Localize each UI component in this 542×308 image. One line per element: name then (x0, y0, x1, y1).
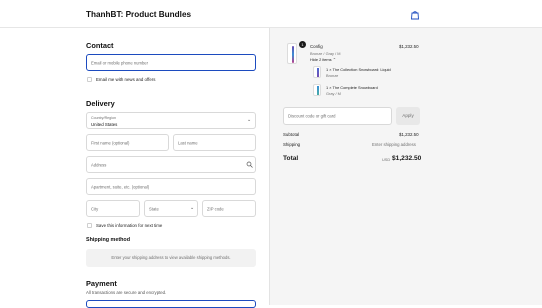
country-value: United States (91, 121, 118, 127)
state-placeholder: State (149, 206, 159, 211)
address-placeholder: Address (91, 162, 107, 167)
product-variant: Bronze / Gray / M (310, 50, 341, 56)
total-value: $1,232.50 (392, 155, 422, 162)
address-field[interactable]: Address (86, 156, 256, 173)
city-field[interactable]: City (86, 200, 140, 217)
first-name-placeholder: First name (optional) (91, 140, 130, 145)
sub-item-thumbnail (313, 84, 321, 96)
payment-title: Payment (86, 279, 117, 288)
sub-item-variant: Gray / M (326, 90, 341, 96)
currency-code: USD (382, 157, 391, 162)
last-name-placeholder: Last name (178, 140, 198, 145)
apartment-placeholder: Apartment, suite, etc. (optional) (91, 184, 150, 189)
shopping-bag-icon[interactable] (410, 10, 420, 20)
checkout-header: ThanhBT: Product Bundles (0, 0, 542, 28)
chevron-down-icon: ⌄ (247, 117, 252, 123)
shipping-title: Shipping method (86, 237, 131, 243)
discount-placeholder: Discount code or gift card (288, 113, 336, 119)
shipping-methods-box: Enter your shipping address to view avai… (86, 249, 256, 267)
payment-option[interactable] (86, 300, 256, 308)
email-field[interactable]: Email or mobile phone number (86, 54, 256, 71)
delivery-title: Delivery (86, 99, 115, 108)
email-placeholder: Email or mobile phone number (91, 60, 149, 65)
contact-title: Contact (86, 41, 114, 50)
total-label: Total (283, 155, 299, 162)
shipping-value: Enter shipping address (372, 142, 416, 147)
city-placeholder: City (91, 206, 99, 211)
first-name-field[interactable]: First name (optional) (86, 134, 169, 151)
product-name: Config (310, 44, 323, 49)
sub-item-name: 1 × The Collection Snowboard: Liquid (326, 67, 391, 72)
sub-item-name: 1 × The Complete Snowboard (326, 85, 378, 90)
subtotal-value: $1,232.50 (399, 132, 419, 137)
apartment-field[interactable]: Apartment, suite, etc. (optional) (86, 178, 256, 195)
state-select[interactable]: State ⌄ (144, 200, 198, 217)
save-info-checkbox[interactable] (87, 223, 92, 228)
zip-placeholder: ZIP code (207, 206, 224, 211)
hide-items-toggle[interactable]: Hide 2 items ⌃ (310, 57, 336, 62)
chevron-down-icon: ⌄ (190, 205, 195, 211)
zip-field[interactable]: ZIP code (202, 200, 256, 217)
product-thumbnail (287, 43, 297, 64)
news-checkbox[interactable] (87, 77, 92, 82)
subtotal-label: Subtotal (283, 132, 300, 137)
sub-item-thumbnail (313, 66, 321, 78)
product-price: $1,232.50 (399, 44, 419, 49)
store-name[interactable]: ThanhBT: Product Bundles (86, 10, 191, 19)
discount-field[interactable]: Discount code or gift card (283, 107, 392, 125)
apply-button[interactable]: Apply (396, 107, 420, 125)
shipping-label: Shipping (283, 142, 301, 147)
country-select[interactable]: Country/Region United States ⌄ (86, 112, 256, 129)
order-summary (269, 28, 542, 305)
country-label: Country/Region (91, 115, 116, 120)
payment-subtitle: All transactions are secure and encrypte… (86, 290, 167, 295)
search-icon (246, 161, 253, 168)
quantity-badge: 1 (299, 41, 306, 48)
last-name-field[interactable]: Last name (173, 134, 256, 151)
sub-item-variant: Bronze (326, 72, 339, 78)
news-label: Email me with news and offers (96, 77, 156, 82)
save-info-label: Save this information for next time (96, 223, 163, 228)
shipping-note: Enter your shipping address to view avai… (111, 255, 231, 260)
